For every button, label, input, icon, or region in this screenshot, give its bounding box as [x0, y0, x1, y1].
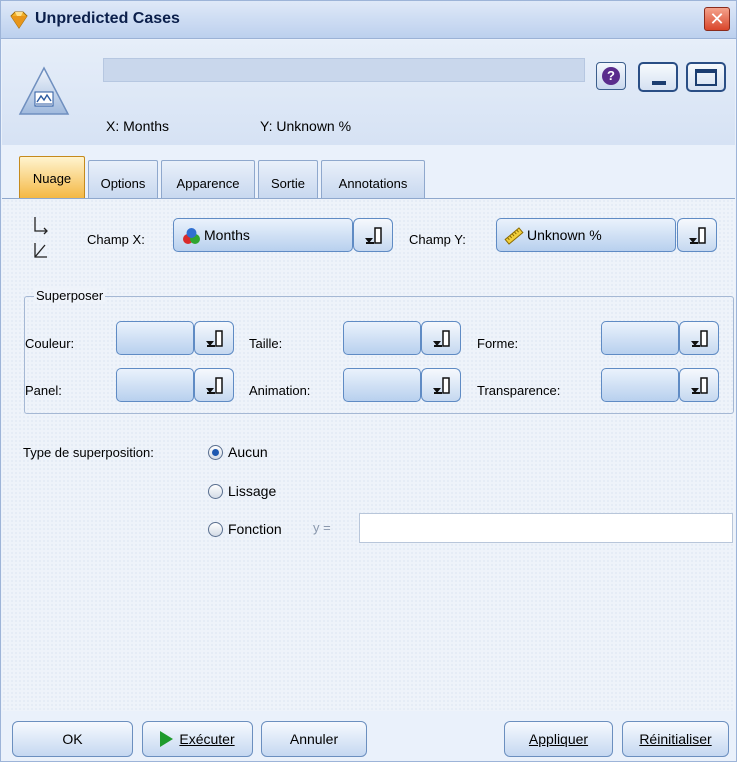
x-field-picker-button[interactable] [353, 218, 393, 252]
animation-picker-button[interactable] [421, 368, 461, 402]
picker-icon [206, 330, 223, 347]
help-icon: ? [602, 67, 620, 85]
animation-label: Animation: [249, 383, 311, 398]
reset-button-label: Réinitialiser [639, 731, 712, 747]
continuous-field-icon [504, 227, 524, 245]
node-name-field[interactable] [103, 58, 585, 82]
panel-picker-button[interactable] [194, 368, 234, 402]
run-button-label: Exécuter [179, 731, 235, 747]
y-field-summary: Y: Unknown % [260, 118, 352, 134]
radio-unselected-icon [208, 522, 223, 537]
picker-icon [365, 227, 382, 244]
window-title: Unpredicted Cases [35, 10, 180, 27]
node-gem-icon [10, 11, 28, 29]
radio-aucun-label: Aucun [228, 444, 268, 460]
run-button[interactable]: Exécuter [142, 721, 253, 757]
reset-button[interactable]: Réinitialiser [622, 721, 729, 757]
picker-icon [689, 227, 706, 244]
transparence-select[interactable] [601, 368, 679, 402]
animation-select[interactable] [343, 368, 421, 402]
x-field-select[interactable]: Months [173, 218, 353, 252]
tab-apparence[interactable]: Apparence [161, 160, 255, 198]
taille-select[interactable] [343, 321, 421, 355]
dialog-window: Unpredicted Cases ✕ ? X: Months Y: Unkno… [0, 0, 737, 762]
picker-icon [433, 330, 450, 347]
x-field-value: Months [204, 227, 250, 243]
panel-select[interactable] [116, 368, 194, 402]
tab-sortie[interactable]: Sortie [258, 160, 318, 198]
picker-icon [206, 377, 223, 394]
couleur-picker-button[interactable] [194, 321, 234, 355]
tab-nuage[interactable]: Nuage [19, 156, 85, 198]
y-field-value: Unknown % [527, 227, 602, 243]
radio-unselected-icon [208, 484, 223, 499]
forme-picker-button[interactable] [679, 321, 719, 355]
play-icon [160, 730, 174, 747]
y-field-picker-button[interactable] [677, 218, 717, 252]
swap-axes-icon[interactable] [31, 215, 53, 261]
transparence-picker-button[interactable] [679, 368, 719, 402]
ok-button[interactable]: OK [12, 721, 133, 757]
cancel-button[interactable]: Annuler [261, 721, 367, 757]
help-button[interactable]: ? [596, 62, 626, 90]
x-field-label: Champ X: [87, 232, 145, 247]
node-header: ? X: Months Y: Unknown % [2, 40, 735, 145]
minimize-button[interactable] [638, 62, 678, 92]
apply-button[interactable]: Appliquer [504, 721, 613, 757]
forme-label: Forme: [477, 336, 519, 351]
y-field-select[interactable]: Unknown % [496, 218, 676, 252]
maximize-icon [695, 69, 717, 86]
radio-selected-icon [208, 445, 223, 460]
minimize-icon [652, 81, 666, 85]
y-field-label: Champ Y: [409, 232, 466, 247]
picker-icon [691, 330, 708, 347]
overlay-type-label: Type de superposition: [23, 445, 154, 460]
couleur-label: Couleur: [25, 336, 75, 351]
panel-label: Panel: [25, 383, 62, 398]
taille-label: Taille: [249, 336, 283, 351]
close-button[interactable]: ✕ [704, 7, 730, 31]
nominal-field-icon [183, 228, 200, 244]
plot-node-icon [18, 66, 70, 115]
forme-select[interactable] [601, 321, 679, 355]
radio-fonction-label: Fonction [228, 521, 282, 537]
function-input[interactable] [359, 513, 733, 543]
tab-annotations[interactable]: Annotations [321, 160, 425, 198]
overlay-group-title: Superposer [34, 288, 106, 303]
tab-options[interactable]: Options [88, 160, 158, 198]
x-field-summary: X: Months [106, 118, 170, 134]
close-icon: ✕ [709, 9, 725, 29]
maximize-button[interactable] [686, 62, 726, 92]
transparence-label: Transparence: [477, 383, 561, 398]
radio-lissage-label: Lissage [228, 483, 277, 499]
picker-icon [691, 377, 708, 394]
picker-icon [433, 377, 450, 394]
function-prefix: y = [313, 520, 331, 535]
taille-picker-button[interactable] [421, 321, 461, 355]
apply-button-label: Appliquer [528, 731, 589, 747]
title-bar[interactable]: Unpredicted Cases ✕ [1, 1, 736, 39]
couleur-select[interactable] [116, 321, 194, 355]
